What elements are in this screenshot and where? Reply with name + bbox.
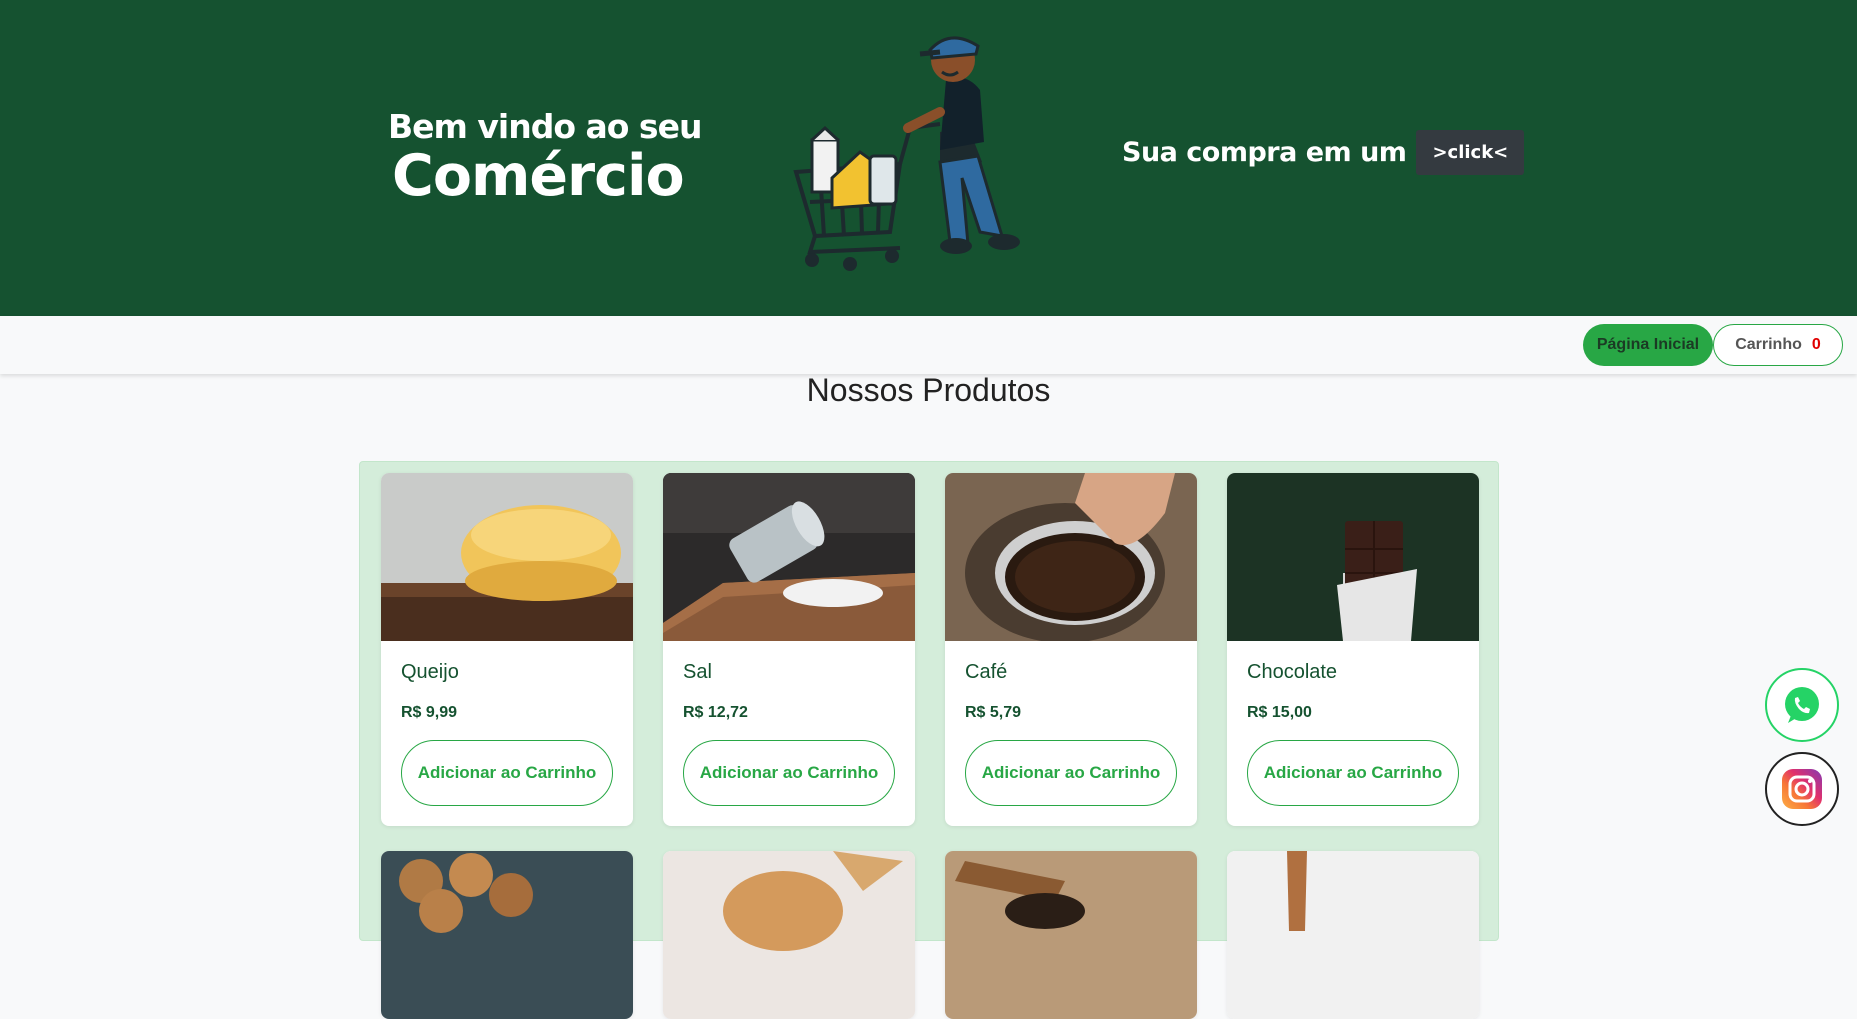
product-image xyxy=(381,851,633,1019)
cart-count-badge: 0 xyxy=(1811,336,1821,353)
tagline-text: Sua compra em um xyxy=(1122,137,1407,168)
product-price: R$ 15,00 xyxy=(1247,704,1312,721)
product-card xyxy=(381,851,633,1019)
cart-label: Carrinho xyxy=(1735,336,1802,353)
product-grid: Queijo R$ 9,99 Adicionar ao Carrinho Sal… xyxy=(359,461,1499,1019)
navbar: Página Inicial Carrinho 0 xyxy=(0,316,1857,374)
product-price: R$ 9,99 xyxy=(401,704,458,721)
welcome-line2: Comércio xyxy=(392,143,685,209)
product-card xyxy=(1227,851,1479,1019)
product-image xyxy=(663,851,915,1019)
product-image xyxy=(1227,851,1479,1019)
product-image-chocolate xyxy=(1227,473,1479,641)
instagram-button[interactable] xyxy=(1765,752,1839,826)
tagline: Sua compra em um >click< xyxy=(1122,130,1525,175)
add-to-cart-button[interactable]: Adicionar ao Carrinho xyxy=(401,740,613,806)
instagram-icon xyxy=(1782,769,1822,809)
product-card: Sal R$ 12,72 Adicionar ao Carrinho xyxy=(663,473,915,826)
product-name: Café xyxy=(965,661,1008,683)
product-card: Chocolate R$ 15,00 Adicionar ao Carrinho xyxy=(1227,473,1479,826)
welcome-line1: Bem vindo ao seu xyxy=(388,107,702,146)
add-to-cart-button[interactable]: Adicionar ao Carrinho xyxy=(1247,740,1459,806)
whatsapp-button[interactable] xyxy=(1765,668,1839,742)
add-to-cart-button[interactable]: Adicionar ao Carrinho xyxy=(683,740,895,806)
whatsapp-icon xyxy=(1785,687,1819,723)
nav-cart-button[interactable]: Carrinho 0 xyxy=(1713,324,1843,366)
add-to-cart-button[interactable]: Adicionar ao Carrinho xyxy=(965,740,1177,806)
product-price: R$ 5,79 xyxy=(965,704,1022,721)
welcome-heading: Bem vindo ao seu Comércio xyxy=(388,107,702,209)
shopper-mascot-illustration xyxy=(793,36,1020,271)
product-name: Chocolate xyxy=(1247,661,1338,683)
product-image-cafe xyxy=(945,473,1197,641)
click-badge: >click< xyxy=(1416,130,1525,175)
product-card xyxy=(945,851,1197,1019)
product-price: R$ 12,72 xyxy=(683,704,748,721)
product-image-sal xyxy=(663,473,915,641)
product-card xyxy=(663,851,915,1019)
product-card: Queijo R$ 9,99 Adicionar ao Carrinho xyxy=(381,473,633,826)
product-image-queijo xyxy=(381,473,633,641)
product-name: Queijo xyxy=(401,661,459,683)
nav-home-button[interactable]: Página Inicial xyxy=(1583,324,1713,366)
section-title: Nossos Produtos xyxy=(806,372,1051,408)
product-name: Sal xyxy=(683,661,712,683)
product-card: Café R$ 5,79 Adicionar ao Carrinho xyxy=(945,473,1197,826)
hero-banner: Bem vindo ao seu Comércio Sua compra em … xyxy=(0,0,1857,316)
product-image xyxy=(945,851,1197,1019)
